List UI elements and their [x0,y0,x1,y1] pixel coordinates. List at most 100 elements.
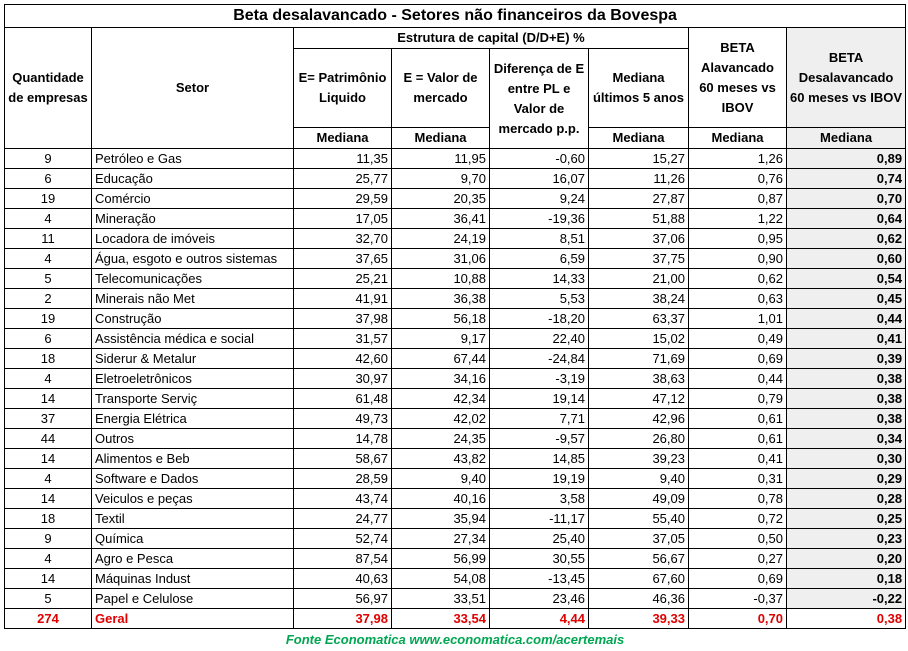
row-median-5y: 27,87 [589,189,689,209]
subheader-mediana: Mediana [589,128,689,149]
row-diff: -9,57 [490,429,589,449]
row-e-market: 24,35 [392,429,490,449]
row-e-market: 34,16 [392,369,490,389]
row-beta-leveraged: 0,41 [689,449,787,469]
header-e-market: E = Valor de mercado [392,49,490,128]
row-sector: Siderur & Metalur [92,349,294,369]
row-diff: 8,51 [490,229,589,249]
total-e-market: 33,54 [392,609,490,629]
table-title: Beta desalavancado - Setores não finance… [5,5,906,28]
row-e-pl: 43,74 [294,489,392,509]
row-diff: 23,46 [490,589,589,609]
row-qty: 6 [5,169,92,189]
subheader-mediana: Mediana [787,128,906,149]
row-diff: 30,55 [490,549,589,569]
row-e-pl: 25,77 [294,169,392,189]
row-sector: Veiculos e peças [92,489,294,509]
row-beta-unleveraged: 0,25 [787,509,906,529]
row-sector: Minerais não Met [92,289,294,309]
row-beta-leveraged: 0,69 [689,569,787,589]
table-row: 6Educação25,779,7016,0711,260,760,74 [5,169,906,189]
row-diff: 6,59 [490,249,589,269]
row-beta-leveraged: 0,61 [689,429,787,449]
table-row: 37Energia Elétrica49,7342,027,7142,960,6… [5,409,906,429]
table-row: 4Mineração17,0536,41-19,3651,881,220,64 [5,209,906,229]
row-beta-leveraged: 1,22 [689,209,787,229]
row-qty: 9 [5,149,92,169]
row-beta-unleveraged: 0,74 [787,169,906,189]
row-diff: -18,20 [490,309,589,329]
total-sector: Geral [92,609,294,629]
table-body: 9Petróleo e Gas11,3511,95-0,6015,271,260… [5,149,906,609]
row-qty: 2 [5,289,92,309]
row-sector: Alimentos e Beb [92,449,294,469]
table-row: 19Comércio29,5920,359,2427,870,870,70 [5,189,906,209]
row-e-pl: 42,60 [294,349,392,369]
row-diff: 5,53 [490,289,589,309]
row-beta-leveraged: 0,87 [689,189,787,209]
row-sector: Educação [92,169,294,189]
row-median-5y: 26,80 [589,429,689,449]
row-beta-leveraged: 0,63 [689,289,787,309]
row-beta-unleveraged: 0,20 [787,549,906,569]
row-e-pl: 41,91 [294,289,392,309]
table-row: 4Água, esgoto e outros sistemas37,6531,0… [5,249,906,269]
row-e-market: 31,06 [392,249,490,269]
subheader-mediana: Mediana [689,128,787,149]
row-beta-leveraged: 0,62 [689,269,787,289]
row-qty: 37 [5,409,92,429]
row-beta-leveraged: 0,78 [689,489,787,509]
row-qty: 4 [5,469,92,489]
row-beta-unleveraged: 0,39 [787,349,906,369]
table-row: 6Assistência médica e social31,579,1722,… [5,329,906,349]
row-diff: 25,40 [490,529,589,549]
row-e-pl: 29,59 [294,189,392,209]
header-median-5y: Mediana últimos 5 anos [589,49,689,128]
row-beta-unleveraged: 0,54 [787,269,906,289]
row-beta-leveraged: 0,31 [689,469,787,489]
row-beta-leveraged: 0,95 [689,229,787,249]
row-beta-leveraged: 0,72 [689,509,787,529]
row-median-5y: 47,12 [589,389,689,409]
row-diff: -11,17 [490,509,589,529]
row-e-market: 24,19 [392,229,490,249]
row-sector: Transporte Serviç [92,389,294,409]
row-sector: Máquinas Indust [92,569,294,589]
row-beta-leveraged: -0,37 [689,589,787,609]
row-e-pl: 30,97 [294,369,392,389]
row-median-5y: 56,67 [589,549,689,569]
table-row: 14Alimentos e Beb58,6743,8214,8539,230,4… [5,449,906,469]
row-e-market: 33,51 [392,589,490,609]
row-beta-unleveraged: 0,18 [787,569,906,589]
row-e-market: 56,99 [392,549,490,569]
row-e-pl: 49,73 [294,409,392,429]
table-row: 5Telecomunicações25,2110,8814,3321,000,6… [5,269,906,289]
row-sector: Software e Dados [92,469,294,489]
row-e-market: 42,34 [392,389,490,409]
row-e-market: 42,02 [392,409,490,429]
row-median-5y: 63,37 [589,309,689,329]
row-beta-unleveraged: 0,38 [787,409,906,429]
total-beta-unleveraged: 0,38 [787,609,906,629]
header-e-pl: E= Patrimônio Liquido [294,49,392,128]
row-qty: 44 [5,429,92,449]
table-row: 9Química52,7427,3425,4037,050,500,23 [5,529,906,549]
row-beta-unleveraged: 0,30 [787,449,906,469]
header-beta-leveraged: BETA Alavancado 60 meses vs IBOV [689,28,787,128]
table-row: 14Máquinas Indust40,6354,08-13,4567,600,… [5,569,906,589]
row-e-pl: 14,78 [294,429,392,449]
row-beta-unleveraged: 0,38 [787,369,906,389]
row-beta-leveraged: 0,61 [689,409,787,429]
row-qty: 18 [5,509,92,529]
row-e-pl: 87,54 [294,549,392,569]
row-e-pl: 61,48 [294,389,392,409]
row-beta-leveraged: 0,27 [689,549,787,569]
row-e-market: 36,41 [392,209,490,229]
row-e-pl: 40,63 [294,569,392,589]
row-diff: -19,36 [490,209,589,229]
row-median-5y: 11,26 [589,169,689,189]
row-beta-unleveraged: 0,70 [787,189,906,209]
row-beta-unleveraged: 0,64 [787,209,906,229]
header-diff: Diferença de E entre PL e Valor de merca… [490,49,589,149]
total-qty: 274 [5,609,92,629]
